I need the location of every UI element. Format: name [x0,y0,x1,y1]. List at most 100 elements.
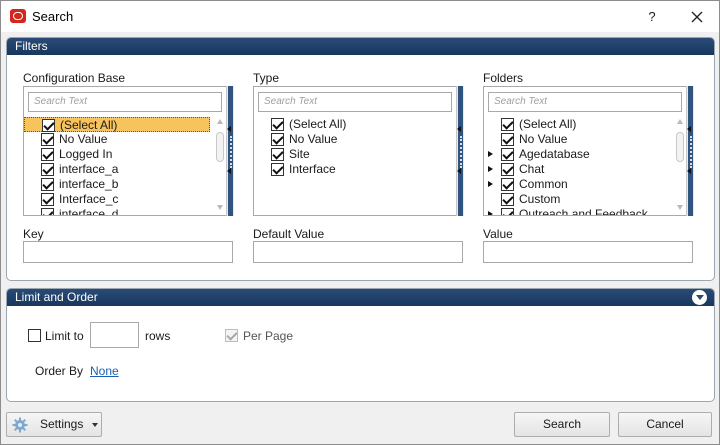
search-button[interactable]: Search [514,412,610,437]
order-by-link[interactable]: None [90,364,119,378]
list-item[interactable]: No Value [254,132,442,147]
gear-icon [12,417,28,433]
key-label: Key [23,227,44,241]
collapse-section-icon[interactable] [692,290,707,305]
folders-items: (Select All) No Value Agedatabase Chat Commo… [484,117,672,215]
list-item[interactable]: Chat [484,162,672,177]
list-item[interactable]: Agedatabase [484,147,672,162]
scroll-down-arrow-icon[interactable] [677,205,683,210]
list-item[interactable]: Common [484,177,672,192]
item-checkbox[interactable] [41,163,54,176]
list-item[interactable]: interface_a [24,162,212,177]
list-item[interactable]: (Select All) [484,117,672,132]
list-item-label: No Value [289,132,338,146]
item-checkbox[interactable] [271,133,284,146]
expand-arrow-icon[interactable] [488,181,493,187]
folders-search-input[interactable]: Search Text [488,92,682,112]
close-button[interactable] [685,5,709,29]
column-splitter-2[interactable] [456,86,464,216]
item-checkbox[interactable] [42,119,55,132]
scroll-down-arrow-icon[interactable] [217,205,223,210]
limit-rows-input[interactable] [90,322,139,348]
list-item-label: Interface_c [59,192,119,206]
configuration-base-search-input[interactable]: Search Text [28,92,222,112]
per-page-checkbox[interactable] [225,329,238,342]
collapse-left-arrow-icon[interactable] [687,168,691,174]
default-value-label: Default Value [253,227,325,241]
collapse-left-arrow-icon[interactable] [227,126,231,132]
list-item-label: Outreach and Feedback [519,207,648,215]
type-search-input[interactable]: Search Text [258,92,452,112]
list-item-label: No Value [519,132,568,146]
item-checkbox[interactable] [501,148,514,161]
list-item-label: Interface [289,162,336,176]
item-checkbox[interactable] [41,193,54,206]
configuration-base-label: Configuration Base [23,71,126,85]
oracle-app-icon [10,9,26,23]
expand-arrow-icon[interactable] [488,151,493,157]
item-checkbox[interactable] [501,178,514,191]
item-checkbox[interactable] [41,178,54,191]
list-item[interactable]: interface_d [24,207,212,215]
default-value-input[interactable] [253,241,463,263]
item-checkbox[interactable] [271,148,284,161]
configuration-base-scrollbar[interactable] [214,117,226,213]
key-input[interactable] [23,241,233,263]
type-list: Search Text (Select All) No Value Site Inte… [253,86,463,216]
item-checkbox[interactable] [501,133,514,146]
help-button[interactable]: ? [642,7,662,27]
list-item[interactable]: No Value [24,132,212,147]
list-item[interactable]: (Select All) [24,117,210,132]
limit-order-header[interactable]: Limit and Order [7,289,714,306]
scroll-up-arrow-icon[interactable] [677,119,683,124]
collapse-left-arrow-icon[interactable] [687,126,691,132]
scroll-up-arrow-icon[interactable] [217,119,223,124]
cancel-button[interactable]: Cancel [618,412,712,437]
item-checkbox[interactable] [501,118,514,131]
settings-button[interactable]: Settings [6,412,102,437]
list-item-label: Common [519,177,568,191]
value-input[interactable] [483,241,693,263]
list-item[interactable]: Outreach and Feedback [484,207,672,215]
item-checkbox[interactable] [271,118,284,131]
splitter-grip-icon [690,136,692,168]
list-item[interactable]: (Select All) [254,117,442,132]
list-item-label: Logged In [59,147,113,161]
list-item[interactable]: interface_b [24,177,212,192]
column-splitter-3[interactable] [686,86,694,216]
list-item[interactable]: Logged In [24,147,212,162]
list-item[interactable]: No Value [484,132,672,147]
collapse-left-arrow-icon[interactable] [227,168,231,174]
limit-to-checkbox[interactable] [28,329,41,342]
collapse-left-arrow-icon[interactable] [457,168,461,174]
list-item-label: Chat [519,162,545,176]
list-item[interactable]: Custom [484,192,672,207]
item-checkbox[interactable] [41,133,54,146]
splitter-grip-icon [230,136,232,168]
expand-arrow-icon[interactable] [488,166,493,172]
item-checkbox[interactable] [41,148,54,161]
item-checkbox[interactable] [41,208,54,215]
scroll-thumb[interactable] [216,132,224,162]
limit-order-title: Limit and Order [15,290,98,304]
close-icon [691,11,703,23]
filters-header: Filters [7,38,714,55]
folders-scrollbar[interactable] [674,117,686,213]
list-item[interactable]: Site [254,147,442,162]
list-item-label: Site [289,147,310,161]
rows-label: rows [145,329,171,343]
item-checkbox[interactable] [501,193,514,206]
item-checkbox[interactable] [271,163,284,176]
column-splitter-1[interactable] [226,86,234,216]
expand-arrow-icon[interactable] [488,211,493,215]
filters-section: Filters Configuration Base Search Text (… [6,37,715,281]
window-title: Search [32,9,74,24]
item-checkbox[interactable] [501,163,514,176]
list-item-label: Agedatabase [519,147,590,161]
list-item[interactable]: Interface [254,162,442,177]
list-item[interactable]: Interface_c [24,192,212,207]
scroll-thumb[interactable] [676,132,684,162]
collapse-left-arrow-icon[interactable] [457,126,461,132]
list-item-label: interface_a [59,162,119,176]
item-checkbox[interactable] [501,208,514,215]
